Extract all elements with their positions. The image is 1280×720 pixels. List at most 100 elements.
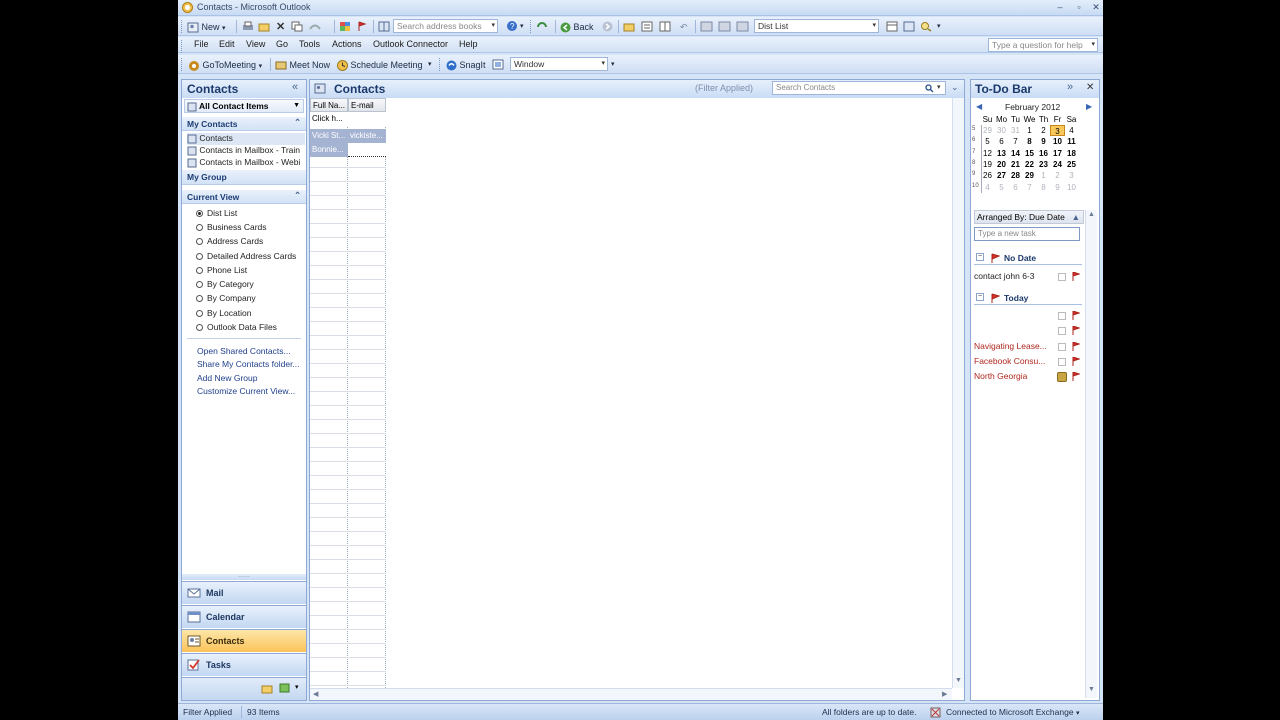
calendar-day[interactable]: 4 (980, 182, 995, 193)
calendar-day[interactable]: 2 (1050, 170, 1065, 181)
calendar-day[interactable]: 25 (1064, 159, 1079, 170)
view-option-dist-list[interactable]: Dist List (196, 208, 306, 220)
copy-icon[interactable] (291, 21, 303, 32)
calendar-day[interactable]: 8 (1022, 136, 1037, 147)
crm-icon-2[interactable] (718, 21, 731, 32)
folder-list-nav-icon[interactable] (261, 684, 273, 694)
nav-button-calendar[interactable]: Calendar (182, 605, 306, 628)
categorize-icon[interactable] (339, 21, 351, 32)
calendar-day[interactable]: 6 (1008, 182, 1023, 193)
delete-icon[interactable]: ✕ (276, 20, 285, 34)
nav-button-mail[interactable]: Mail (182, 581, 306, 604)
scroll-down-icon[interactable]: ▼ (955, 677, 962, 684)
calendar-day[interactable]: 28 (1008, 170, 1023, 181)
task-checkbox[interactable] (1058, 327, 1066, 335)
snagit-capture-icon[interactable] (492, 59, 504, 70)
nav-button-tasks[interactable]: Tasks (182, 653, 306, 676)
calendar-day[interactable]: 1 (1022, 125, 1037, 136)
calendar-day[interactable]: 24 (1050, 159, 1065, 170)
arranged-by-header[interactable]: Arranged By: Due Date ▲ (974, 210, 1084, 224)
follow-up-flag-icon[interactable] (357, 21, 367, 32)
menu-view[interactable]: View (246, 39, 265, 49)
task-flag-icon[interactable] (1072, 311, 1080, 320)
calendar-day[interactable]: 7 (1022, 182, 1037, 193)
task-flag-icon[interactable] (1072, 272, 1080, 281)
calendar-day[interactable]: 12 (980, 148, 995, 159)
task-item[interactable] (974, 323, 1082, 338)
click-here-to-add-row[interactable]: Click h... (310, 112, 386, 126)
new-task-input[interactable]: Type a new task (974, 227, 1080, 241)
minimize-todo-bar-icon[interactable]: » (1067, 81, 1073, 93)
reading-pane-icon[interactable] (659, 21, 671, 32)
toolbar-overflow-chevron-icon-2[interactable]: ▾ (428, 58, 432, 72)
task-category-icon[interactable] (1057, 372, 1067, 382)
nav-button-contacts[interactable]: Contacts (182, 629, 306, 652)
snagit-profile-select[interactable]: Window ▾ (510, 57, 608, 71)
calendar-day[interactable]: 5 (994, 182, 1009, 193)
column-header-email[interactable]: E-mail (348, 98, 386, 112)
task-list-scrollbar[interactable]: ▲ ▼ (1085, 210, 1097, 698)
help-question-input[interactable]: Type a question for help ▾ (988, 38, 1098, 52)
toolbar-overflow-chevron-icon-3[interactable]: ▾ (611, 58, 615, 72)
column-header-full-name[interactable]: Full Na... (310, 98, 348, 112)
status-connection[interactable]: Connected to Microsoft Exchange ▾ (946, 707, 1079, 717)
organize-icon[interactable] (903, 21, 915, 32)
task-item[interactable]: contact john 6-3 (974, 269, 1082, 284)
help-icon[interactable]: ? (506, 20, 518, 32)
view-option-phone-list[interactable]: Phone List (196, 265, 306, 277)
find-contact-icon[interactable] (920, 21, 932, 32)
view-option-by-company[interactable]: By Company (196, 293, 306, 305)
toolbar-options-chevron-icon[interactable]: ▾ (520, 20, 524, 34)
expand-query-builder-icon[interactable]: ⌄ (951, 82, 959, 93)
collapse-group-icon[interactable]: − (976, 293, 984, 301)
calendar-day[interactable]: 19 (980, 159, 995, 170)
calendar-prev-month-icon[interactable]: ◀ (976, 102, 982, 111)
folder-contacts-mailbox-train[interactable]: Contacts in Mailbox - Train (187, 145, 305, 157)
search-icon[interactable] (925, 84, 934, 93)
section-collapse-icon[interactable]: ⌃ (294, 190, 301, 201)
pane-splitter[interactable]: …… (182, 573, 306, 580)
calendar-day-today[interactable]: 3 (1050, 125, 1065, 136)
toolbar-grip[interactable] (181, 20, 184, 33)
maximize-button[interactable]: ▫ (1073, 2, 1085, 13)
calendar-day[interactable]: 26 (980, 170, 995, 181)
meet-now-button[interactable]: Meet Now (275, 58, 330, 72)
add-new-group-link[interactable]: Add New Group (197, 373, 257, 383)
search-options-icon[interactable]: ▾ (937, 82, 941, 94)
menu-outlook-connector[interactable]: Outlook Connector (373, 39, 448, 49)
scroll-up-icon[interactable]: ▲ (1088, 211, 1095, 218)
calendar-next-month-icon[interactable]: ▶ (1086, 102, 1092, 111)
vertical-scrollbar[interactable]: ▼ (952, 98, 964, 688)
contact-filter-dropdown[interactable]: All Contact Items ▼ (184, 99, 304, 113)
customize-current-view-link[interactable]: Customize Current View... (197, 386, 295, 396)
up-folder-icon[interactable] (623, 21, 635, 32)
calendar-day[interactable]: 7 (1008, 136, 1023, 147)
collapse-group-icon[interactable]: − (976, 253, 984, 261)
close-todo-bar-icon[interactable]: ✕ (1086, 82, 1094, 93)
shortcuts-icon[interactable] (279, 683, 291, 694)
schedule-meeting-button[interactable]: Schedule Meeting (337, 58, 423, 72)
table-row-name[interactable]: Vicki St... (310, 129, 348, 143)
menu-help[interactable]: Help (459, 39, 478, 49)
calendar-day[interactable]: 27 (994, 170, 1009, 181)
table-row-email[interactable]: vickiste... (348, 129, 386, 143)
calendar-day[interactable]: 29 (1022, 170, 1037, 181)
view-option-address-cards[interactable]: Address Cards (196, 236, 306, 248)
toolbar-overflow-chevron-icon[interactable]: ▾ (937, 20, 941, 34)
open-shared-contacts-link[interactable]: Open Shared Contacts... (197, 346, 291, 356)
scroll-right-icon[interactable]: ▶ (942, 690, 947, 698)
undo-icon[interactable]: ↶ (680, 20, 688, 34)
view-option-outlook-data-files[interactable]: Outlook Data Files (196, 322, 306, 334)
my-group-header[interactable]: My Group (182, 170, 306, 185)
exchange-connection-icon[interactable] (930, 707, 941, 718)
collapse-pane-icon[interactable]: « (292, 81, 298, 93)
new-button[interactable]: New ▾ (187, 20, 226, 34)
calendar-day[interactable]: 14 (1008, 148, 1023, 159)
calendar-day[interactable]: 3 (1064, 170, 1079, 181)
menu-tools[interactable]: Tools (299, 39, 320, 49)
task-checkbox[interactable] (1058, 312, 1066, 320)
task-item[interactable] (974, 308, 1082, 323)
calendar-day[interactable]: 30 (994, 125, 1009, 136)
print-icon[interactable] (242, 21, 254, 32)
calendar-day[interactable]: 22 (1022, 159, 1037, 170)
